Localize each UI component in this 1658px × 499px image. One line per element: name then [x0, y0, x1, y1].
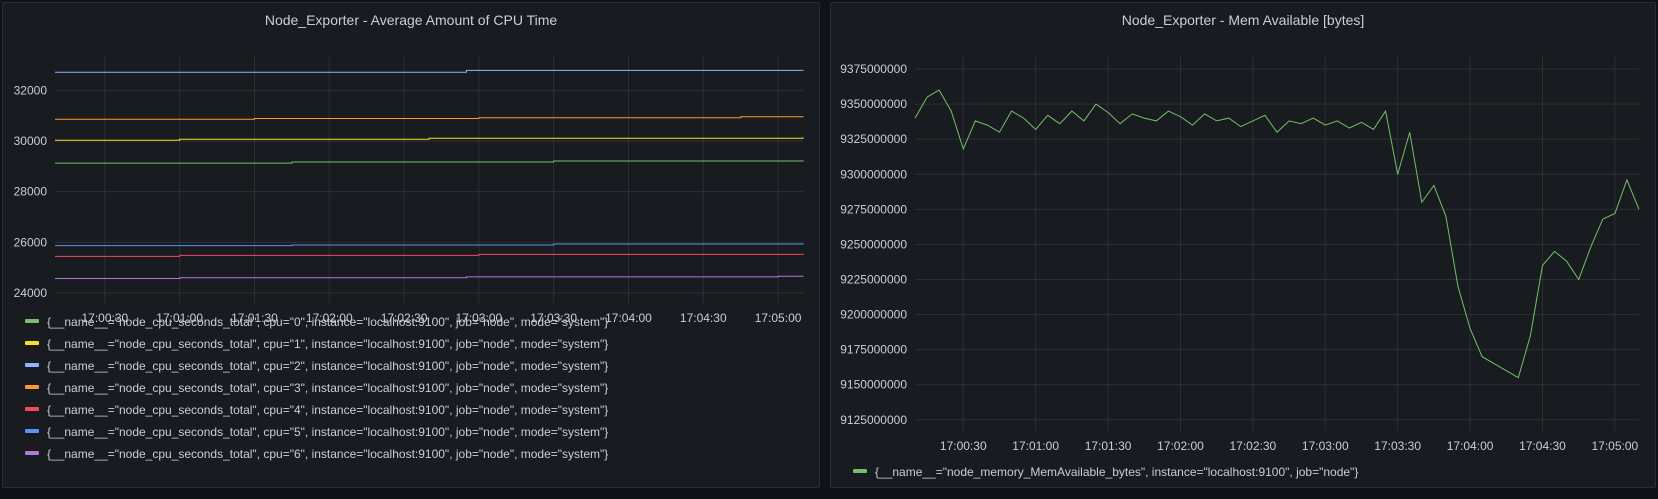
legend-color-swatch [25, 428, 39, 433]
y-tick-label: 28000 [14, 185, 48, 199]
series-line[interactable] [55, 116, 804, 120]
legend-color-swatch [25, 318, 39, 323]
x-tick-label: 17:02:00 [1157, 439, 1204, 453]
legend-item[interactable]: {__name__="node_cpu_seconds_total", cpu=… [25, 398, 608, 420]
x-tick-label: 17:04:00 [605, 311, 652, 325]
y-tick-label: 9175000000 [840, 343, 907, 357]
y-tick-label: 9125000000 [840, 413, 907, 427]
x-tick-label: 17:05:00 [1592, 439, 1639, 453]
cpu-time-legend: {__name__="node_cpu_seconds_total", cpu=… [25, 310, 608, 464]
legend-item[interactable]: {__name__="node_cpu_seconds_total", cpu=… [25, 376, 608, 398]
legend-label: {__name__="node_cpu_seconds_total", cpu=… [47, 446, 609, 461]
y-tick-label: 9225000000 [840, 272, 907, 286]
legend-color-swatch [25, 450, 39, 455]
y-tick-label: 9375000000 [840, 62, 907, 76]
y-tick-label: 9150000000 [840, 378, 907, 392]
y-tick-label: 9300000000 [840, 167, 907, 181]
legend-item[interactable]: {__name__="node_memory_MemAvailable_byte… [853, 460, 1358, 482]
y-tick-label: 9250000000 [840, 237, 907, 251]
legend-item[interactable]: {__name__="node_cpu_seconds_total", cpu=… [25, 420, 608, 442]
series-line[interactable] [55, 69, 804, 73]
legend-color-swatch [25, 362, 39, 367]
legend-item[interactable]: {__name__="node_cpu_seconds_total", cpu=… [25, 354, 608, 376]
legend-item[interactable]: {__name__="node_cpu_seconds_total", cpu=… [25, 442, 608, 464]
legend-label: {__name__="node_cpu_seconds_total", cpu=… [47, 358, 609, 373]
legend-label: {__name__="node_cpu_seconds_total", cpu=… [47, 314, 609, 329]
series-line[interactable] [55, 243, 804, 247]
y-tick-label: 9350000000 [840, 97, 907, 111]
y-tick-label: 9275000000 [840, 202, 907, 216]
x-tick-label: 17:05:00 [755, 311, 802, 325]
series-line[interactable] [55, 275, 804, 279]
legend-item[interactable]: {__name__="node_cpu_seconds_total", cpu=… [25, 310, 608, 332]
y-tick-label: 9200000000 [840, 308, 907, 322]
series-line[interactable] [55, 253, 804, 257]
x-tick-label: 17:01:00 [1012, 439, 1059, 453]
x-tick-label: 17:04:00 [1447, 439, 1494, 453]
legend-label: {__name__="node_cpu_seconds_total", cpu=… [47, 380, 609, 395]
y-tick-label: 26000 [14, 235, 48, 249]
cpu-time-panel: Node_Exporter - Average Amount of CPU Ti… [2, 2, 820, 488]
mem-available-legend: {__name__="node_memory_MemAvailable_byte… [853, 460, 1358, 482]
x-tick-label: 17:03:00 [1302, 439, 1349, 453]
mem-available-panel: Node_Exporter - Mem Available [bytes] 91… [830, 2, 1656, 488]
x-tick-label: 17:00:30 [940, 439, 987, 453]
y-tick-label: 32000 [14, 83, 48, 97]
legend-color-swatch [25, 406, 39, 411]
x-tick-label: 17:02:30 [1230, 439, 1277, 453]
legend-color-swatch [25, 384, 39, 389]
x-tick-label: 17:03:30 [1374, 439, 1421, 453]
legend-label: {__name__="node_cpu_seconds_total", cpu=… [47, 336, 609, 351]
y-tick-label: 9325000000 [840, 132, 907, 146]
series-line[interactable] [914, 89, 1640, 379]
legend-color-swatch [853, 468, 867, 473]
series-line[interactable] [55, 137, 804, 141]
y-tick-label: 24000 [14, 286, 48, 300]
legend-label: {__name__="node_memory_MemAvailable_byte… [875, 464, 1359, 479]
legend-label: {__name__="node_cpu_seconds_total", cpu=… [47, 402, 609, 417]
x-tick-label: 17:04:30 [1519, 439, 1566, 453]
legend-item[interactable]: {__name__="node_cpu_seconds_total", cpu=… [25, 332, 608, 354]
x-tick-label: 17:01:30 [1085, 439, 1132, 453]
mem-available-chart[interactable]: 9125000000 9150000000 9175000000 9200000000… [831, 3, 1657, 489]
y-tick-label: 30000 [14, 134, 48, 148]
series-line[interactable] [55, 160, 804, 164]
legend-label: {__name__="node_cpu_seconds_total", cpu=… [47, 424, 609, 439]
legend-color-swatch [25, 340, 39, 345]
x-tick-label: 17:04:30 [680, 311, 727, 325]
